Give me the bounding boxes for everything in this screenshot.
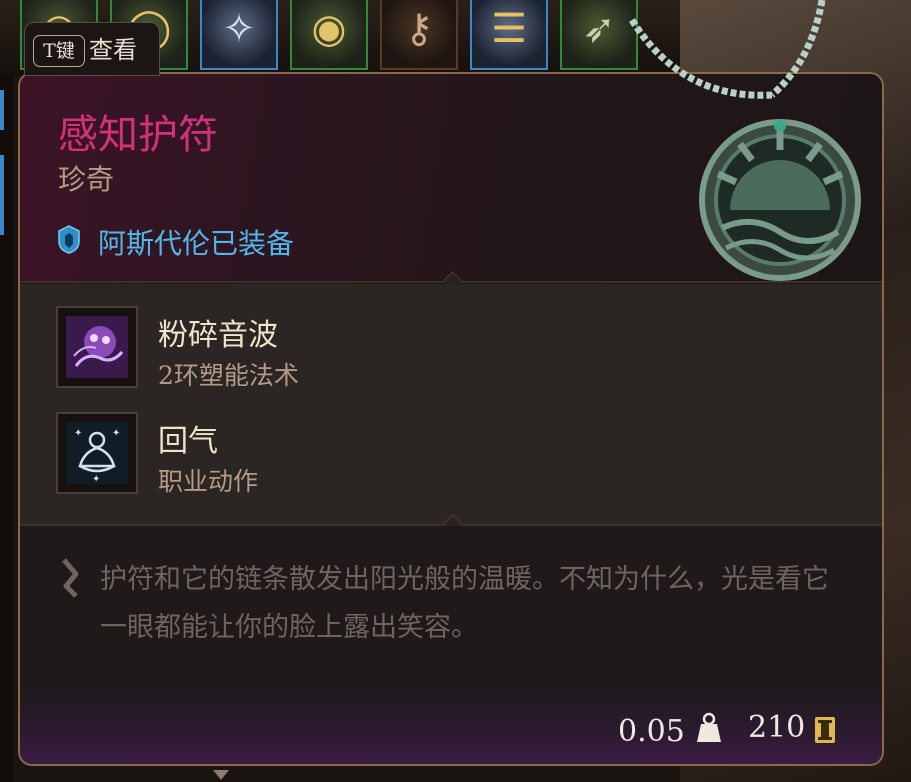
left-accent [0, 90, 4, 130]
action-recover[interactable]: ✦ ✦ ✦ 回气 职业动作 [56, 412, 776, 496]
item-value: 210 [748, 710, 806, 745]
weight-icon [697, 712, 721, 742]
action-type: 职业动作 [158, 467, 259, 496]
key-icon: ⚷ [404, 6, 434, 52]
key-hint-label: 查看 [89, 36, 137, 64]
svg-text:✦: ✦ [74, 428, 82, 439]
scroll-icon: ☰ [491, 6, 527, 52]
tooltip-footer: 0.05 210 [20, 688, 882, 764]
action-name: 回气 [158, 424, 218, 459]
item-name: 感知护符 [58, 112, 218, 158]
item-rarity: 珍奇 [58, 163, 115, 196]
action-icon-frame: ✦ ✦ ✦ [56, 412, 138, 494]
quill-icon [62, 558, 79, 598]
inventory-slot-scroll[interactable]: ✧ [200, 0, 278, 70]
equipped-status: 阿斯代伦已装备 [98, 227, 295, 260]
left-accent [0, 155, 4, 235]
item-description-section: 护符和它的链条散发出阳光般的温暖。不知为什么，光是看它一眼都能让你的脸上露出笑容… [20, 526, 882, 688]
key-cap: T键 [33, 35, 85, 67]
inventory-slot-ring[interactable]: ◉ [290, 0, 368, 70]
item-weight: 0.05 [618, 714, 685, 749]
action-shatter[interactable]: 粉碎音波 2环塑能法术 [56, 306, 776, 390]
helmet-icon [58, 225, 80, 254]
granted-actions: 粉碎音波 2环塑能法术 ✦ ✦ ✦ 回气 职业动作 [20, 284, 882, 524]
svg-text:✦: ✦ [92, 474, 100, 484]
examine-key-hint[interactable]: T键 查看 [24, 22, 160, 76]
gold-coin-icon [815, 717, 835, 743]
inventory-slot-key[interactable]: ⚷ [380, 0, 458, 70]
action-type: 2环塑能法术 [158, 361, 299, 390]
item-description: 护符和它的链条散发出阳光般的温暖。不知为什么，光是看它一眼都能让你的脸上露出笑容… [100, 564, 829, 643]
action-icon-frame [56, 306, 138, 388]
scroll-down-indicator [213, 770, 229, 780]
action-name: 粉碎音波 [158, 318, 278, 353]
shatter-spell-icon [66, 316, 128, 378]
meditation-icon: ✦ ✦ ✦ [66, 422, 128, 484]
amulet-icon [629, 0, 861, 281]
svg-text:✦: ✦ [112, 428, 120, 439]
inventory-slot-scroll[interactable]: ☰ [470, 0, 548, 70]
ring-icon: ◉ [311, 6, 347, 52]
scroll-icon: ✧ [222, 6, 256, 52]
